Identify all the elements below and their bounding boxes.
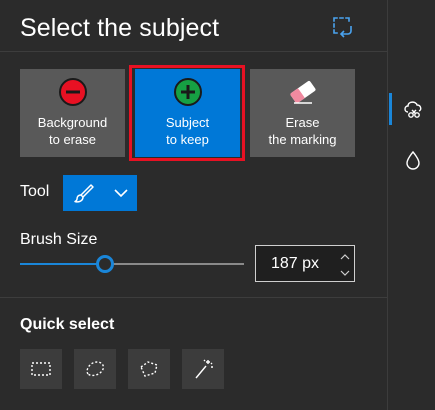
tool-dropdown-button[interactable] xyxy=(63,175,137,211)
increment-icon[interactable] xyxy=(339,250,351,262)
subject-select-icon xyxy=(404,101,422,118)
polygon-lasso-button[interactable] xyxy=(128,349,170,389)
magic-wand-icon xyxy=(195,359,213,379)
subject-to-keep-label: Subject to keep xyxy=(165,115,210,147)
section-divider xyxy=(0,297,387,298)
erase-the-marking-label: Erase the marking xyxy=(268,115,337,147)
polygon-lasso-icon xyxy=(140,361,158,377)
quick-select-label: Quick select xyxy=(20,316,115,333)
background-to-erase-button[interactable]: Background to erase xyxy=(20,69,125,157)
brush-size-label: Brush Size xyxy=(20,231,98,248)
subject-to-keep-button[interactable]: Subject to keep xyxy=(135,69,240,157)
rail-item-subject-select[interactable] xyxy=(388,91,435,127)
lasso-select-icon xyxy=(86,361,105,377)
rectangle-select-icon xyxy=(31,362,51,376)
drop-icon xyxy=(406,150,420,170)
side-rail xyxy=(387,0,435,410)
brush-icon xyxy=(73,182,95,204)
slider-fill xyxy=(20,263,105,265)
tool-label: Tool xyxy=(20,183,50,200)
rail-item-effects[interactable] xyxy=(388,142,435,178)
brush-size-value: 187 px xyxy=(271,255,320,272)
plus-circle-icon xyxy=(173,77,203,107)
background-to-erase-label: Background to erase xyxy=(37,115,108,147)
erase-the-marking-button[interactable]: Erase the marking xyxy=(250,69,355,157)
eraser-icon xyxy=(288,77,318,107)
minus-circle-icon xyxy=(58,77,88,107)
header-divider xyxy=(0,51,387,52)
selection-reset-icon[interactable] xyxy=(331,15,355,39)
decrement-icon[interactable] xyxy=(339,266,351,278)
slider-thumb[interactable] xyxy=(96,255,114,273)
panel-title: Select the subject xyxy=(20,14,220,42)
select-subject-panel: Select the subject Background to erase S… xyxy=(0,0,387,410)
rectangle-select-button[interactable] xyxy=(20,349,62,389)
chevron-down-icon xyxy=(113,185,129,201)
brush-size-input[interactable]: 187 px xyxy=(255,245,355,282)
lasso-select-button[interactable] xyxy=(74,349,116,389)
brush-size-slider[interactable] xyxy=(20,254,244,274)
magic-wand-button[interactable] xyxy=(182,349,224,389)
